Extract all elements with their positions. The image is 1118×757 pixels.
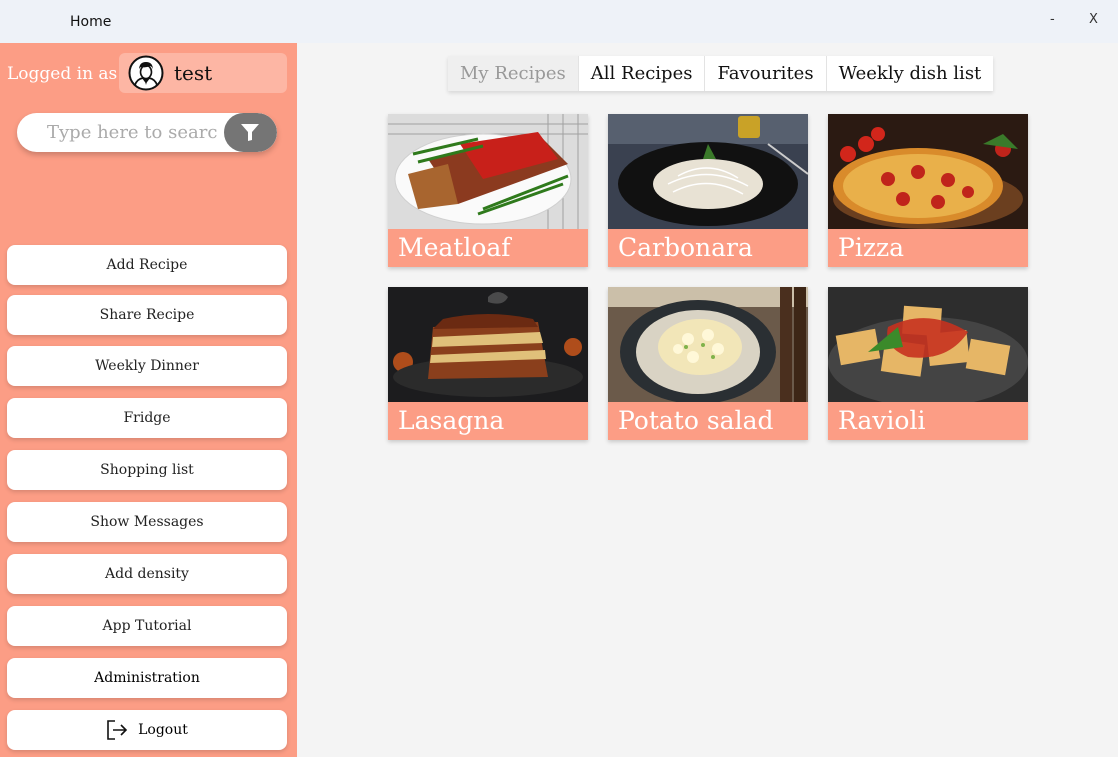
- user-avatar-icon: [128, 55, 164, 91]
- potato-salad-image: [608, 287, 808, 402]
- ravioli-image: [828, 287, 1028, 402]
- fridge-label: Fridge: [123, 410, 171, 426]
- add-recipe-button[interactable]: Add Recipe: [7, 245, 287, 285]
- shopping-list-label: Shopping list: [100, 462, 194, 478]
- administration-button[interactable]: Administration: [7, 658, 287, 698]
- weekly-dinner-label: Weekly Dinner: [95, 358, 199, 374]
- tab-all-recipes[interactable]: All Recipes: [578, 56, 706, 91]
- show-messages-button[interactable]: Show Messages: [7, 502, 287, 542]
- tab-favourites[interactable]: Favourites: [705, 56, 827, 91]
- lasagna-image: [388, 287, 588, 402]
- recipe-card-carbonara[interactable]: Carbonara: [608, 114, 808, 267]
- filter-icon: [241, 124, 259, 141]
- recipe-card-potato-salad[interactable]: Potato salad: [608, 287, 808, 440]
- recipe-name-carbonara: Carbonara: [608, 229, 808, 267]
- share-recipe-label: Share Recipe: [99, 307, 195, 323]
- weekly-dinner-button[interactable]: Weekly Dinner: [7, 346, 287, 386]
- administration-label: Administration: [94, 670, 200, 686]
- logout-button[interactable]: Logout: [7, 710, 287, 750]
- filter-button[interactable]: [224, 113, 277, 152]
- user-badge: test: [119, 53, 287, 93]
- recipe-name-pizza: Pizza: [828, 229, 1028, 267]
- fridge-button[interactable]: Fridge: [7, 398, 287, 438]
- recipe-tabs: My Recipes All Recipes Favourites Weekly…: [448, 56, 994, 91]
- recipe-card-ravioli[interactable]: Ravioli: [828, 287, 1028, 440]
- search-box: [17, 113, 277, 152]
- recipe-card-lasagna[interactable]: Lasagna: [388, 287, 588, 440]
- share-recipe-button[interactable]: Share Recipe: [7, 295, 287, 335]
- pizza-image: [828, 114, 1028, 229]
- add-recipe-label: Add Recipe: [106, 257, 188, 273]
- recipe-card-meatloaf[interactable]: Meatloaf: [388, 114, 588, 267]
- sidebar: Logged in as: test Add Recipe Share Reci…: [0, 43, 297, 757]
- recipe-name-meatloaf: Meatloaf: [388, 229, 588, 267]
- minimize-button[interactable]: -: [1050, 12, 1055, 27]
- recipe-name-ravioli: Ravioli: [828, 402, 1028, 440]
- tab-weekly-dish-list[interactable]: Weekly dish list: [826, 56, 994, 91]
- close-button[interactable]: X: [1089, 12, 1098, 27]
- recipe-name-lasagna: Lasagna: [388, 402, 588, 440]
- logged-in-label: Logged in as:: [7, 64, 124, 84]
- logout-icon: [106, 720, 128, 740]
- tab-my-recipes[interactable]: My Recipes: [448, 56, 579, 91]
- app-tutorial-label: App Tutorial: [102, 618, 192, 634]
- carbonara-image: [608, 114, 808, 229]
- add-density-label: Add density: [105, 566, 189, 582]
- add-density-button[interactable]: Add density: [7, 554, 287, 594]
- app-tutorial-button[interactable]: App Tutorial: [7, 606, 287, 646]
- meatloaf-image: [388, 114, 588, 229]
- window-title: Home: [70, 14, 112, 30]
- search-input[interactable]: [47, 113, 217, 152]
- show-messages-label: Show Messages: [90, 514, 204, 530]
- window-titlebar: Home - X: [0, 0, 1118, 43]
- recipe-card-pizza[interactable]: Pizza: [828, 114, 1028, 267]
- recipe-name-potato-salad: Potato salad: [608, 402, 808, 440]
- username: test: [174, 61, 213, 85]
- logout-label: Logout: [138, 722, 188, 738]
- shopping-list-button[interactable]: Shopping list: [7, 450, 287, 490]
